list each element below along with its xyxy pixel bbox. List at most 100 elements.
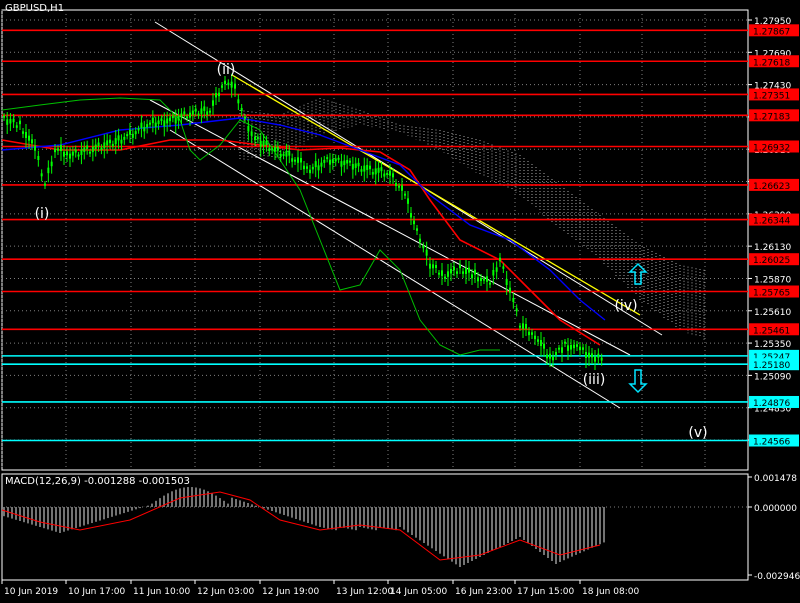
candle-body xyxy=(47,167,50,174)
candle-body xyxy=(413,220,415,225)
channel-middle-line[interactable] xyxy=(149,99,631,356)
candle-body xyxy=(143,126,146,132)
candle-body xyxy=(438,272,440,275)
candle-body xyxy=(425,249,428,256)
candle-body xyxy=(573,344,575,349)
price-tick-label: 1.25610 xyxy=(754,308,791,318)
time-tick-label: 10 Jun 2019 xyxy=(4,587,58,597)
candle-body xyxy=(600,357,603,361)
candle-body xyxy=(230,81,233,88)
candle-body xyxy=(459,264,461,269)
macd-tick-label: -0.002946 xyxy=(754,572,800,582)
candle-body xyxy=(519,325,521,328)
candle-body xyxy=(453,266,455,271)
candle-body xyxy=(57,148,59,151)
candle-body xyxy=(597,353,600,358)
candle-body xyxy=(354,163,357,168)
candle-body xyxy=(209,110,211,113)
candle-body xyxy=(422,245,425,249)
macd-tick-label: 0.001478 xyxy=(754,474,797,484)
chart-canvas[interactable]: (i) (ii) (iii) (iv) (v) 1.279501.276901.2743… xyxy=(0,0,800,600)
candle-body xyxy=(177,115,180,121)
candle-body xyxy=(89,151,91,154)
candle-body xyxy=(9,119,12,124)
level-badge-label: 1.24566 xyxy=(753,437,790,447)
grid xyxy=(1,10,748,470)
candle-body xyxy=(477,277,479,282)
level-badge-label: 1.26932 xyxy=(753,143,790,153)
candle-body xyxy=(567,345,569,351)
wave-label: (iii) xyxy=(583,372,606,388)
candle-body xyxy=(351,164,354,170)
candle-body xyxy=(594,356,596,362)
candle-body xyxy=(106,140,109,146)
level-badge-label: 1.25180 xyxy=(753,361,790,371)
candle-body xyxy=(134,131,137,135)
candle-body xyxy=(492,270,495,276)
candle-body xyxy=(100,147,103,150)
candle-body xyxy=(279,153,282,157)
time-tick-label: 11 Jun 10:00 xyxy=(133,587,190,597)
candle-body xyxy=(489,282,491,285)
macd-title: MACD(12,26,9) -0.001288 -0.001503 xyxy=(5,476,190,487)
candle-body xyxy=(256,136,259,140)
candle-body xyxy=(537,339,539,342)
candle-body xyxy=(552,356,554,361)
candle-body xyxy=(215,93,217,98)
candle-body xyxy=(131,133,134,138)
candle-body xyxy=(103,142,106,149)
candle-body xyxy=(404,193,406,196)
candle-body xyxy=(374,168,377,175)
candle-body xyxy=(54,148,56,153)
candle-body xyxy=(444,276,446,279)
candle-body xyxy=(114,138,117,145)
candle-body xyxy=(22,131,24,134)
candle-body xyxy=(588,352,590,358)
candle-body xyxy=(259,140,262,147)
candle-body xyxy=(558,347,560,350)
wave-label: (v) xyxy=(688,425,707,441)
candle-body xyxy=(97,142,100,147)
candle-body xyxy=(419,238,421,243)
candle-body xyxy=(495,267,498,272)
level-badge-label: 1.27183 xyxy=(753,112,790,122)
macd-signal-line xyxy=(1,491,601,561)
candle-body xyxy=(83,147,86,152)
candle-body xyxy=(28,135,30,141)
candle-body xyxy=(502,266,505,269)
candle-body xyxy=(483,278,485,281)
candle-body xyxy=(271,148,274,151)
time-tick-label: 12 Jun 19:00 xyxy=(262,587,319,597)
macd-panel: 0.001478 0.000000 -0.002946 xyxy=(1,474,800,582)
candle-body xyxy=(137,128,140,131)
candle-body xyxy=(331,159,334,164)
yellow-trendline[interactable] xyxy=(231,74,641,316)
price-tick-label: 1.25350 xyxy=(754,340,791,350)
candle-body xyxy=(154,122,157,128)
candle-body xyxy=(109,139,111,144)
candle-body xyxy=(3,115,5,118)
horizontal-levels xyxy=(2,29,748,442)
candle-body xyxy=(450,269,452,274)
candle-body xyxy=(337,157,340,160)
price-tick-label: 1.25090 xyxy=(754,372,791,382)
lagging-span-green xyxy=(1,97,500,356)
candle-body xyxy=(329,159,331,165)
candle-body xyxy=(80,149,83,155)
candle-body xyxy=(366,164,369,170)
chart-window[interactable]: (i) (ii) (iii) (iv) (v) 1.27950 1.27690 1.2743… xyxy=(0,0,800,600)
candle-body xyxy=(499,257,501,262)
candle-body xyxy=(416,228,418,231)
candle-body xyxy=(369,165,371,170)
candle-body xyxy=(206,111,209,115)
candle-body xyxy=(74,149,77,153)
candle-body xyxy=(140,122,143,129)
candle-body xyxy=(471,274,473,279)
candle-body xyxy=(31,139,33,144)
candle-body xyxy=(200,108,203,114)
candle-body xyxy=(117,135,120,141)
candle-body xyxy=(555,352,557,355)
candle-body xyxy=(37,156,40,160)
candle-body xyxy=(346,159,349,164)
candle-body xyxy=(227,82,230,86)
